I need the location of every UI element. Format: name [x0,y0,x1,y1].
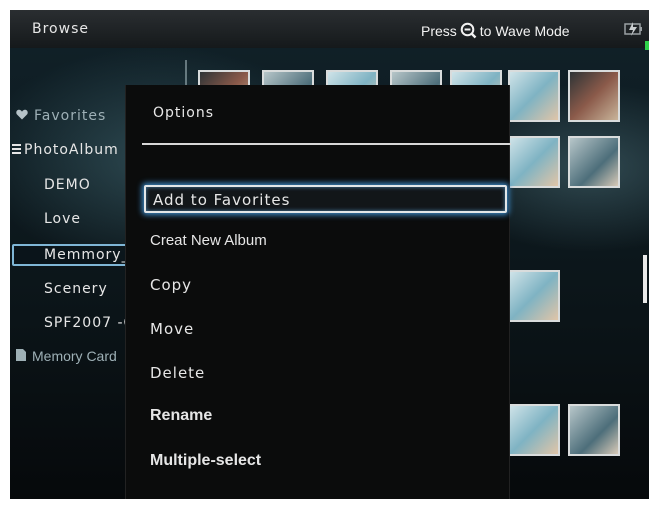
options-title: Options [153,105,215,121]
top-bar: Browse Press to Wave Mode [10,10,649,48]
title-divider [142,143,511,145]
sidebar-item-photoalbum[interactable]: PhotoAlbum [12,142,119,158]
photo-thumbnail[interactable] [508,270,560,322]
hint-suffix: to Wave Mode [479,22,570,39]
menu-item-create-new-album[interactable]: Creat New Album [150,232,267,249]
menu-item-copy[interactable]: Copy [150,276,192,294]
sidebar-item-label: Scenery [44,281,108,297]
sidebar-item-spf2007[interactable]: SPF2007 -C [44,315,134,331]
hint-prefix: Press [421,22,457,39]
sidebar-item-label: Love [44,211,82,227]
memory-card-icon [16,348,26,364]
photo-frame-screen: Browse Press to Wave Mode Favorites Phot… [10,10,649,499]
sidebar-item-demo[interactable]: DEMO [44,177,91,193]
sidebar-item-label: PhotoAlbum [24,142,119,158]
sidebar-item-label: SPF2007 -C [44,315,135,331]
sidebar-item-label: DEMO [44,177,91,193]
sidebar-item-favorites[interactable]: Favorites [16,108,106,124]
photo-thumbnail[interactable] [508,70,560,122]
wave-mode-hint: Press to Wave Mode [421,22,570,39]
battery-charging-icon [623,21,643,36]
photo-thumbnail[interactable] [568,70,620,122]
photo-thumbnail[interactable] [568,404,620,456]
sidebar-item-memmory[interactable]: Memmory_ [12,244,138,266]
page-title: Browse [32,21,89,37]
menu-item-multiple-select[interactable]: Multiple-select [150,452,261,470]
photo-thumbnail[interactable] [508,404,560,456]
status-indicator [645,41,649,50]
list-icon [12,142,21,158]
scrollbar-thumb[interactable] [643,255,647,303]
zoom-out-icon [460,22,477,39]
menu-item-move[interactable]: Move [150,320,194,338]
sidebar-item-love[interactable]: Love [44,211,81,227]
sidebar-item-label: Favorites [34,108,107,124]
photo-thumbnail[interactable] [568,136,620,188]
photo-thumbnail[interactable] [508,136,560,188]
heart-icon [16,108,28,124]
menu-item-delete[interactable]: Delete [150,364,205,382]
sidebar-item-memory-card[interactable]: Memory Card [16,348,117,364]
options-menu: Options Add to Favorites Creat New Album… [125,85,511,499]
menu-item-add-to-favorites[interactable]: Add to Favorites [144,185,507,213]
sidebar-item-label: Memmory_ [44,247,130,263]
menu-item-rename[interactable]: Rename [150,407,212,425]
sidebar-item-label: Memory Card [32,348,117,364]
sidebar-item-scenery[interactable]: Scenery [44,281,108,297]
